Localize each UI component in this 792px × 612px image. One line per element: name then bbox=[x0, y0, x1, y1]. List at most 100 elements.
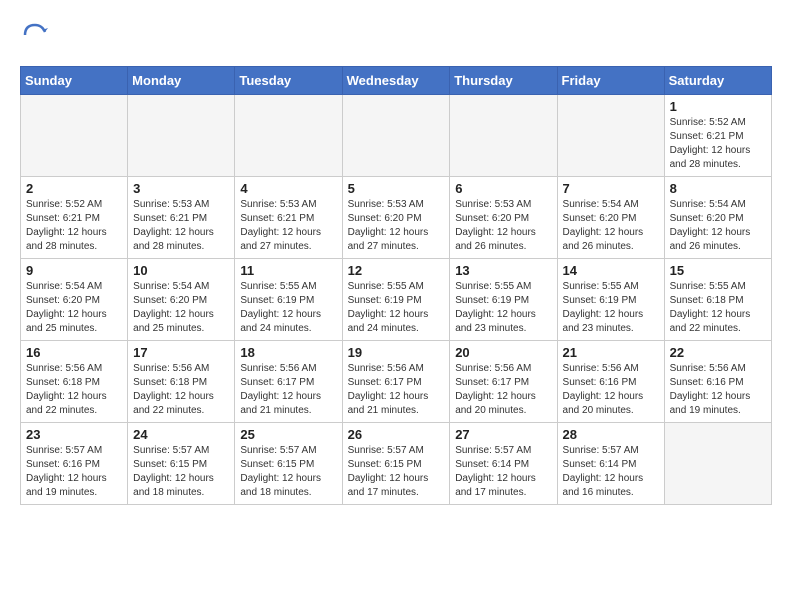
logo-icon bbox=[20, 20, 50, 50]
day-cell: 12 Sunrise: 5:55 AM Sunset: 6:19 PM Dayli… bbox=[342, 259, 450, 341]
day-cell: 24 Sunrise: 5:57 AM Sunset: 6:15 PM Dayli… bbox=[128, 423, 235, 505]
day-cell: 16 Sunrise: 5:56 AM Sunset: 6:18 PM Dayli… bbox=[21, 341, 128, 423]
day-number: 21 bbox=[563, 345, 659, 360]
day-cell: 3 Sunrise: 5:53 AM Sunset: 6:21 PM Daylig… bbox=[128, 177, 235, 259]
day-number: 2 bbox=[26, 181, 122, 196]
calendar-header-row: SundayMondayTuesdayWednesdayThursdayFrid… bbox=[21, 67, 772, 95]
day-info: Sunrise: 5:57 AM Sunset: 6:14 PM Dayligh… bbox=[455, 444, 551, 500]
day-info: Sunrise: 5:54 AM Sunset: 6:20 PM Dayligh… bbox=[670, 198, 766, 254]
day-cell: 20 Sunrise: 5:56 AM Sunset: 6:17 PM Dayli… bbox=[450, 341, 557, 423]
day-cell: 21 Sunrise: 5:56 AM Sunset: 6:16 PM Dayli… bbox=[557, 341, 664, 423]
day-number: 1 bbox=[670, 99, 766, 114]
day-cell: 25 Sunrise: 5:57 AM Sunset: 6:15 PM Dayli… bbox=[235, 423, 342, 505]
day-info: Sunrise: 5:56 AM Sunset: 6:17 PM Dayligh… bbox=[240, 362, 336, 418]
day-cell: 4 Sunrise: 5:53 AM Sunset: 6:21 PM Daylig… bbox=[235, 177, 342, 259]
day-number: 16 bbox=[26, 345, 122, 360]
day-number: 25 bbox=[240, 427, 336, 442]
day-info: Sunrise: 5:55 AM Sunset: 6:19 PM Dayligh… bbox=[455, 280, 551, 336]
day-number: 4 bbox=[240, 181, 336, 196]
day-number: 22 bbox=[670, 345, 766, 360]
header-tuesday: Tuesday bbox=[235, 67, 342, 95]
day-number: 13 bbox=[455, 263, 551, 278]
day-number: 11 bbox=[240, 263, 336, 278]
page-header bbox=[20, 20, 772, 50]
day-info: Sunrise: 5:57 AM Sunset: 6:15 PM Dayligh… bbox=[348, 444, 445, 500]
day-info: Sunrise: 5:57 AM Sunset: 6:14 PM Dayligh… bbox=[563, 444, 659, 500]
day-number: 19 bbox=[348, 345, 445, 360]
day-number: 10 bbox=[133, 263, 229, 278]
day-number: 9 bbox=[26, 263, 122, 278]
day-cell: 8 Sunrise: 5:54 AM Sunset: 6:20 PM Daylig… bbox=[664, 177, 771, 259]
day-info: Sunrise: 5:52 AM Sunset: 6:21 PM Dayligh… bbox=[670, 116, 766, 172]
day-info: Sunrise: 5:54 AM Sunset: 6:20 PM Dayligh… bbox=[133, 280, 229, 336]
day-cell: 6 Sunrise: 5:53 AM Sunset: 6:20 PM Daylig… bbox=[450, 177, 557, 259]
day-cell: 11Sunrise: 5:55 AM Sunset: 6:19 PM Dayli… bbox=[235, 259, 342, 341]
header-saturday: Saturday bbox=[664, 67, 771, 95]
day-info: Sunrise: 5:52 AM Sunset: 6:21 PM Dayligh… bbox=[26, 198, 122, 254]
day-number: 8 bbox=[670, 181, 766, 196]
header-wednesday: Wednesday bbox=[342, 67, 450, 95]
day-cell: 15 Sunrise: 5:55 AM Sunset: 6:18 PM Dayli… bbox=[664, 259, 771, 341]
day-number: 27 bbox=[455, 427, 551, 442]
day-cell: 27 Sunrise: 5:57 AM Sunset: 6:14 PM Dayli… bbox=[450, 423, 557, 505]
day-cell: 9 Sunrise: 5:54 AM Sunset: 6:20 PM Daylig… bbox=[21, 259, 128, 341]
day-info: Sunrise: 5:53 AM Sunset: 6:21 PM Dayligh… bbox=[133, 198, 229, 254]
day-cell: 22 Sunrise: 5:56 AM Sunset: 6:16 PM Dayli… bbox=[664, 341, 771, 423]
day-cell: 5 Sunrise: 5:53 AM Sunset: 6:20 PM Daylig… bbox=[342, 177, 450, 259]
day-info: Sunrise: 5:55 AM Sunset: 6:18 PM Dayligh… bbox=[670, 280, 766, 336]
day-cell bbox=[21, 95, 128, 177]
day-info: Sunrise: 5:54 AM Sunset: 6:20 PM Dayligh… bbox=[26, 280, 122, 336]
day-info: Sunrise: 5:55 AM Sunset: 6:19 PM Dayligh… bbox=[563, 280, 659, 336]
day-info: Sunrise: 5:53 AM Sunset: 6:21 PM Dayligh… bbox=[240, 198, 336, 254]
day-number: 14 bbox=[563, 263, 659, 278]
day-cell: 1 Sunrise: 5:52 AM Sunset: 6:21 PM Daylig… bbox=[664, 95, 771, 177]
calendar: SundayMondayTuesdayWednesdayThursdayFrid… bbox=[20, 66, 772, 505]
day-number: 15 bbox=[670, 263, 766, 278]
day-info: Sunrise: 5:56 AM Sunset: 6:18 PM Dayligh… bbox=[26, 362, 122, 418]
day-number: 24 bbox=[133, 427, 229, 442]
day-cell bbox=[235, 95, 342, 177]
day-number: 23 bbox=[26, 427, 122, 442]
day-info: Sunrise: 5:56 AM Sunset: 6:18 PM Dayligh… bbox=[133, 362, 229, 418]
day-number: 18 bbox=[240, 345, 336, 360]
header-thursday: Thursday bbox=[450, 67, 557, 95]
day-info: Sunrise: 5:53 AM Sunset: 6:20 PM Dayligh… bbox=[455, 198, 551, 254]
day-cell: 26 Sunrise: 5:57 AM Sunset: 6:15 PM Dayli… bbox=[342, 423, 450, 505]
day-cell: 17Sunrise: 5:56 AM Sunset: 6:18 PM Dayli… bbox=[128, 341, 235, 423]
day-info: Sunrise: 5:55 AM Sunset: 6:19 PM Dayligh… bbox=[348, 280, 445, 336]
day-info: Sunrise: 5:57 AM Sunset: 6:15 PM Dayligh… bbox=[133, 444, 229, 500]
day-number: 28 bbox=[563, 427, 659, 442]
day-number: 6 bbox=[455, 181, 551, 196]
day-info: Sunrise: 5:54 AM Sunset: 6:20 PM Dayligh… bbox=[563, 198, 659, 254]
day-cell: 13 Sunrise: 5:55 AM Sunset: 6:19 PM Dayli… bbox=[450, 259, 557, 341]
day-cell: 10 Sunrise: 5:54 AM Sunset: 6:20 PM Dayli… bbox=[128, 259, 235, 341]
week-row-4: 23 Sunrise: 5:57 AM Sunset: 6:16 PM Dayli… bbox=[21, 423, 772, 505]
header-monday: Monday bbox=[128, 67, 235, 95]
header-friday: Friday bbox=[557, 67, 664, 95]
day-info: Sunrise: 5:56 AM Sunset: 6:17 PM Dayligh… bbox=[455, 362, 551, 418]
day-cell bbox=[342, 95, 450, 177]
day-number: 12 bbox=[348, 263, 445, 278]
day-cell: 19Sunrise: 5:56 AM Sunset: 6:17 PM Dayli… bbox=[342, 341, 450, 423]
day-info: Sunrise: 5:56 AM Sunset: 6:16 PM Dayligh… bbox=[563, 362, 659, 418]
day-cell: 28 Sunrise: 5:57 AM Sunset: 6:14 PM Dayli… bbox=[557, 423, 664, 505]
day-number: 5 bbox=[348, 181, 445, 196]
day-cell: 2 Sunrise: 5:52 AM Sunset: 6:21 PM Daylig… bbox=[21, 177, 128, 259]
day-cell: 18 Sunrise: 5:56 AM Sunset: 6:17 PM Dayli… bbox=[235, 341, 342, 423]
day-number: 26 bbox=[348, 427, 445, 442]
day-cell bbox=[450, 95, 557, 177]
day-info: Sunrise: 5:56 AM Sunset: 6:16 PM Dayligh… bbox=[670, 362, 766, 418]
day-info: Sunrise: 5:57 AM Sunset: 6:15 PM Dayligh… bbox=[240, 444, 336, 500]
day-number: 20 bbox=[455, 345, 551, 360]
day-cell: 14 Sunrise: 5:55 AM Sunset: 6:19 PM Dayli… bbox=[557, 259, 664, 341]
day-number: 7 bbox=[563, 181, 659, 196]
day-cell: 23 Sunrise: 5:57 AM Sunset: 6:16 PM Dayli… bbox=[21, 423, 128, 505]
week-row-3: 16 Sunrise: 5:56 AM Sunset: 6:18 PM Dayli… bbox=[21, 341, 772, 423]
day-number: 3 bbox=[133, 181, 229, 196]
week-row-1: 2 Sunrise: 5:52 AM Sunset: 6:21 PM Daylig… bbox=[21, 177, 772, 259]
header-sunday: Sunday bbox=[21, 67, 128, 95]
week-row-2: 9 Sunrise: 5:54 AM Sunset: 6:20 PM Daylig… bbox=[21, 259, 772, 341]
day-info: Sunrise: 5:53 AM Sunset: 6:20 PM Dayligh… bbox=[348, 198, 445, 254]
logo bbox=[20, 20, 54, 50]
day-info: Sunrise: 5:57 AM Sunset: 6:16 PM Dayligh… bbox=[26, 444, 122, 500]
